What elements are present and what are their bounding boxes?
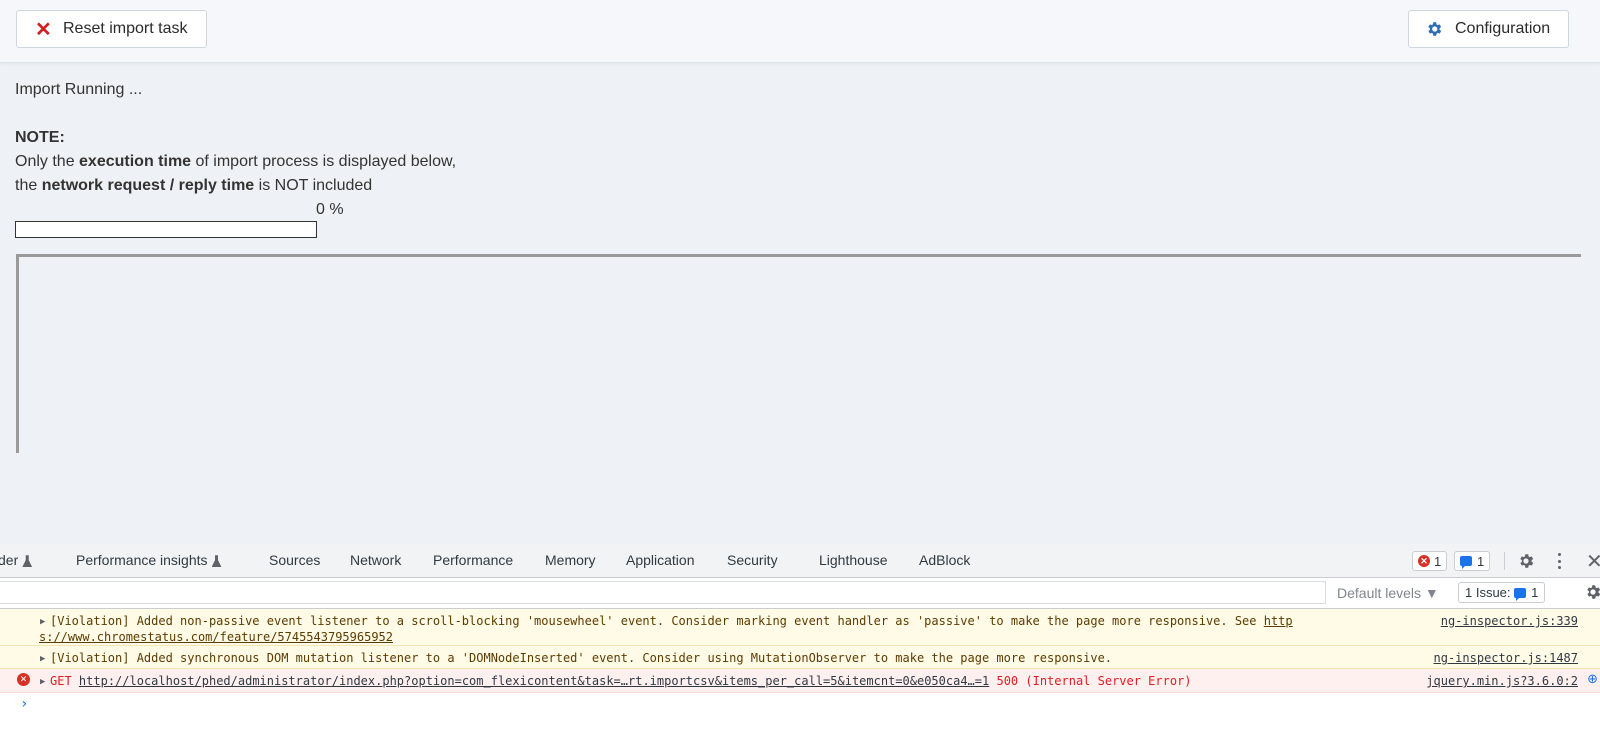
- more-options-icon[interactable]: [1558, 553, 1562, 569]
- flask-icon: [211, 555, 222, 568]
- progress-bar: [15, 221, 317, 238]
- reset-import-button[interactable]: ✕ Reset import task: [16, 10, 207, 48]
- error-count-badge[interactable]: ✕ 1: [1412, 551, 1448, 571]
- progress-percent: 0 %: [316, 201, 344, 218]
- import-log-area[interactable]: [16, 254, 1581, 453]
- configuration-label: Configuration: [1455, 20, 1551, 37]
- message-text: [Violation] Added non-passive event list…: [50, 614, 1264, 628]
- network-request-icon[interactable]: ⊕: [1587, 672, 1598, 688]
- message-link[interactable]: http: [1264, 614, 1293, 628]
- tab-lighthouse[interactable]: Lighthouse: [819, 552, 888, 568]
- configuration-button[interactable]: Configuration: [1408, 10, 1569, 48]
- console-prompt-row[interactable]: ›: [0, 693, 1600, 717]
- issues-button[interactable]: 1 Issue: 1: [1458, 582, 1546, 603]
- devtools-tabbar: der Performance insights Sources Network…: [0, 544, 1600, 578]
- error-icon: ✕: [17, 673, 30, 686]
- console-messages: ▶ [Violation] Added non-passive event li…: [0, 609, 1600, 717]
- request-method: GET: [50, 674, 72, 688]
- settings-gear-icon[interactable]: [1517, 552, 1535, 573]
- error-icon: ✕: [1418, 555, 1430, 567]
- issue-icon: [1514, 587, 1527, 601]
- close-icon: ✕: [35, 18, 52, 41]
- default-levels-dropdown[interactable]: Default levels ▼: [1337, 585, 1439, 601]
- message-link-continued[interactable]: s://www.chromestatus.com/feature/5745543…: [39, 630, 393, 644]
- note-line-1: Only the execution time of import proces…: [15, 153, 457, 170]
- note-line-2: the network request / reply time is NOT …: [15, 177, 373, 194]
- message-icon: [1460, 556, 1472, 569]
- tab-performance[interactable]: Performance: [433, 552, 513, 568]
- console-message-warning: ▶ [Violation] Added non-passive event li…: [0, 609, 1600, 646]
- console-message-warning: ▶ [Violation] Added synchronous DOM muta…: [0, 646, 1600, 669]
- tab-network[interactable]: Network: [350, 552, 401, 568]
- console-message-error: ✕ ▶ GET http://localhost/phed/administra…: [0, 669, 1600, 693]
- tab-performance-insights[interactable]: Performance insights: [76, 552, 222, 568]
- divider: [1504, 552, 1505, 570]
- console-filter-bar: Default levels ▼ 1 Issue: 1: [0, 578, 1600, 609]
- message-text: [Violation] Added synchronous DOM mutati…: [50, 651, 1113, 665]
- message-source-link[interactable]: jquery.min.js?3.6.0:2: [1426, 673, 1578, 689]
- flask-icon: [22, 555, 33, 568]
- tab-adblock[interactable]: AdBlock: [919, 552, 970, 568]
- tab-security[interactable]: Security: [727, 552, 778, 568]
- console-settings-gear-icon[interactable]: [1584, 583, 1600, 604]
- tab-sources[interactable]: Sources: [269, 552, 320, 568]
- import-status: Import Running ...: [15, 81, 143, 98]
- gear-icon: [1425, 20, 1455, 38]
- tab-memory[interactable]: Memory: [545, 552, 596, 568]
- tab-recorder[interactable]: der: [0, 552, 33, 568]
- console-prompt[interactable]: ›: [20, 696, 28, 712]
- response-status: 500 (Internal Server Error): [996, 674, 1192, 688]
- tab-application[interactable]: Application: [626, 552, 695, 568]
- message-source-link[interactable]: ng-inspector.js:339: [1441, 613, 1578, 629]
- expand-arrow-icon[interactable]: ▶: [40, 651, 45, 667]
- expand-arrow-icon[interactable]: ▶: [40, 674, 45, 690]
- message-source-link[interactable]: ng-inspector.js:1487: [1434, 650, 1579, 666]
- toolbar: ✕ Reset import task Configuration: [0, 0, 1600, 63]
- request-url-link[interactable]: http://localhost/phed/administrator/inde…: [79, 674, 989, 688]
- devtools-panel: der Performance insights Sources Network…: [0, 544, 1600, 737]
- message-count-badge[interactable]: 1: [1454, 551, 1491, 571]
- expand-arrow-icon[interactable]: ▶: [40, 614, 45, 630]
- reset-import-label: Reset import task: [63, 20, 188, 37]
- note-heading: NOTE:: [15, 129, 65, 146]
- console-filter-input[interactable]: [0, 581, 1326, 604]
- close-devtools-icon[interactable]: ✕: [1586, 549, 1600, 574]
